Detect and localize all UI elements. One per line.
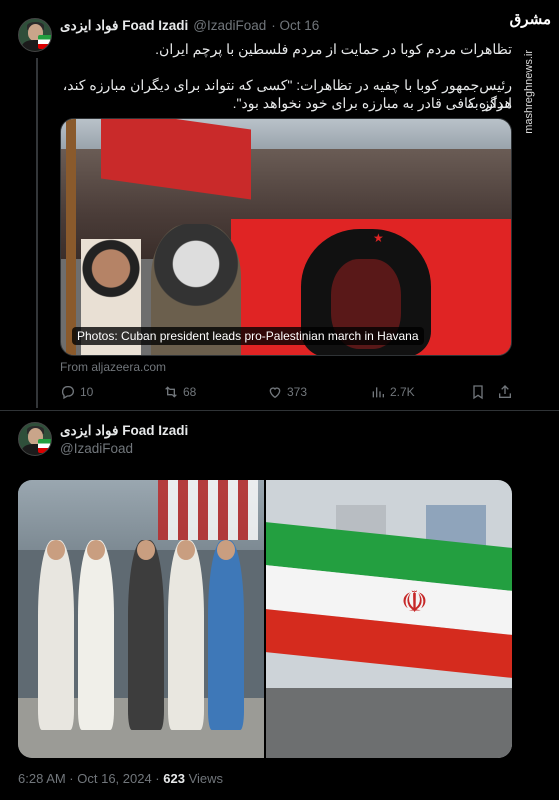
share-button[interactable] xyxy=(497,384,513,400)
display-name[interactable]: فواد ایزدی Foad Izadi xyxy=(60,18,188,34)
reply-count: 10 xyxy=(80,385,94,399)
flag-photo-detail xyxy=(158,480,258,540)
tweet-timestamp[interactable]: 6:28 AM · Oct 16, 2024 · xyxy=(18,771,163,786)
avatar[interactable] xyxy=(18,422,52,456)
iran-flag-photo[interactable]: ☫ xyxy=(266,480,512,758)
like-button[interactable]: 373 xyxy=(267,384,307,400)
iran-flag-badge-icon xyxy=(38,35,51,49)
heart-icon xyxy=(269,387,281,399)
views-number: 623 xyxy=(163,771,185,786)
image-caption: Photos: Cuban president leads pro-Palest… xyxy=(72,327,424,345)
repost-icon xyxy=(165,386,177,398)
link-card-image[interactable]: ★ Photos: Cuban president leads pro-Pale… xyxy=(60,118,512,356)
iran-flag-image xyxy=(266,522,512,678)
tweet-text-line-1: تظاهرات مردم کوبا در حمایت از مردم فلسطی… xyxy=(155,41,512,57)
views-label: Views xyxy=(184,771,224,786)
reply-icon xyxy=(61,386,74,400)
user-handle[interactable]: @IzadiFoad xyxy=(193,18,266,34)
tweet-header: فواد ایزدی Foad Izadi @IzadiFoad · Oct 1… xyxy=(60,18,319,34)
iran-flag-badge-icon xyxy=(38,439,51,453)
bookmark-icon xyxy=(473,385,483,400)
link-source[interactable]: From aljazeera.com xyxy=(60,360,166,374)
avatar[interactable] xyxy=(18,18,52,52)
iran-emblem-icon: ☫ xyxy=(401,586,428,619)
views-chart-icon xyxy=(372,387,384,398)
bookmark-button[interactable] xyxy=(470,384,486,400)
watermark-site: mashreghnews.ir xyxy=(523,50,535,134)
action-bar: 10 68 373 2.7K xyxy=(60,384,512,402)
display-name[interactable]: فواد ایزدی Foad Izadi xyxy=(60,423,188,439)
watermark: مشرق mashreghnews.ir xyxy=(509,10,551,134)
reply-button[interactable]: 10 xyxy=(60,384,93,400)
tweet-date[interactable]: · Oct 16 xyxy=(271,18,319,34)
tweet-footer: 6:28 AM · Oct 16, 2024 · 623 Views xyxy=(18,771,223,786)
share-icon xyxy=(499,385,511,398)
tweet-divider xyxy=(0,410,559,411)
repost-count: 68 xyxy=(183,385,197,399)
like-count: 373 xyxy=(287,385,308,399)
march-photo[interactable] xyxy=(18,480,264,758)
tweet-text-line-3: اندازه کافی قادر به مبارزه برای خود نخوا… xyxy=(232,95,512,111)
views-count: 2.7K xyxy=(390,385,415,399)
repost-button[interactable]: 68 xyxy=(163,384,196,400)
thread-line xyxy=(36,58,38,408)
views-button[interactable]: 2.7K xyxy=(370,384,415,400)
watermark-logo: مشرق xyxy=(509,11,551,28)
user-handle[interactable]: @IzadiFoad xyxy=(60,441,133,456)
